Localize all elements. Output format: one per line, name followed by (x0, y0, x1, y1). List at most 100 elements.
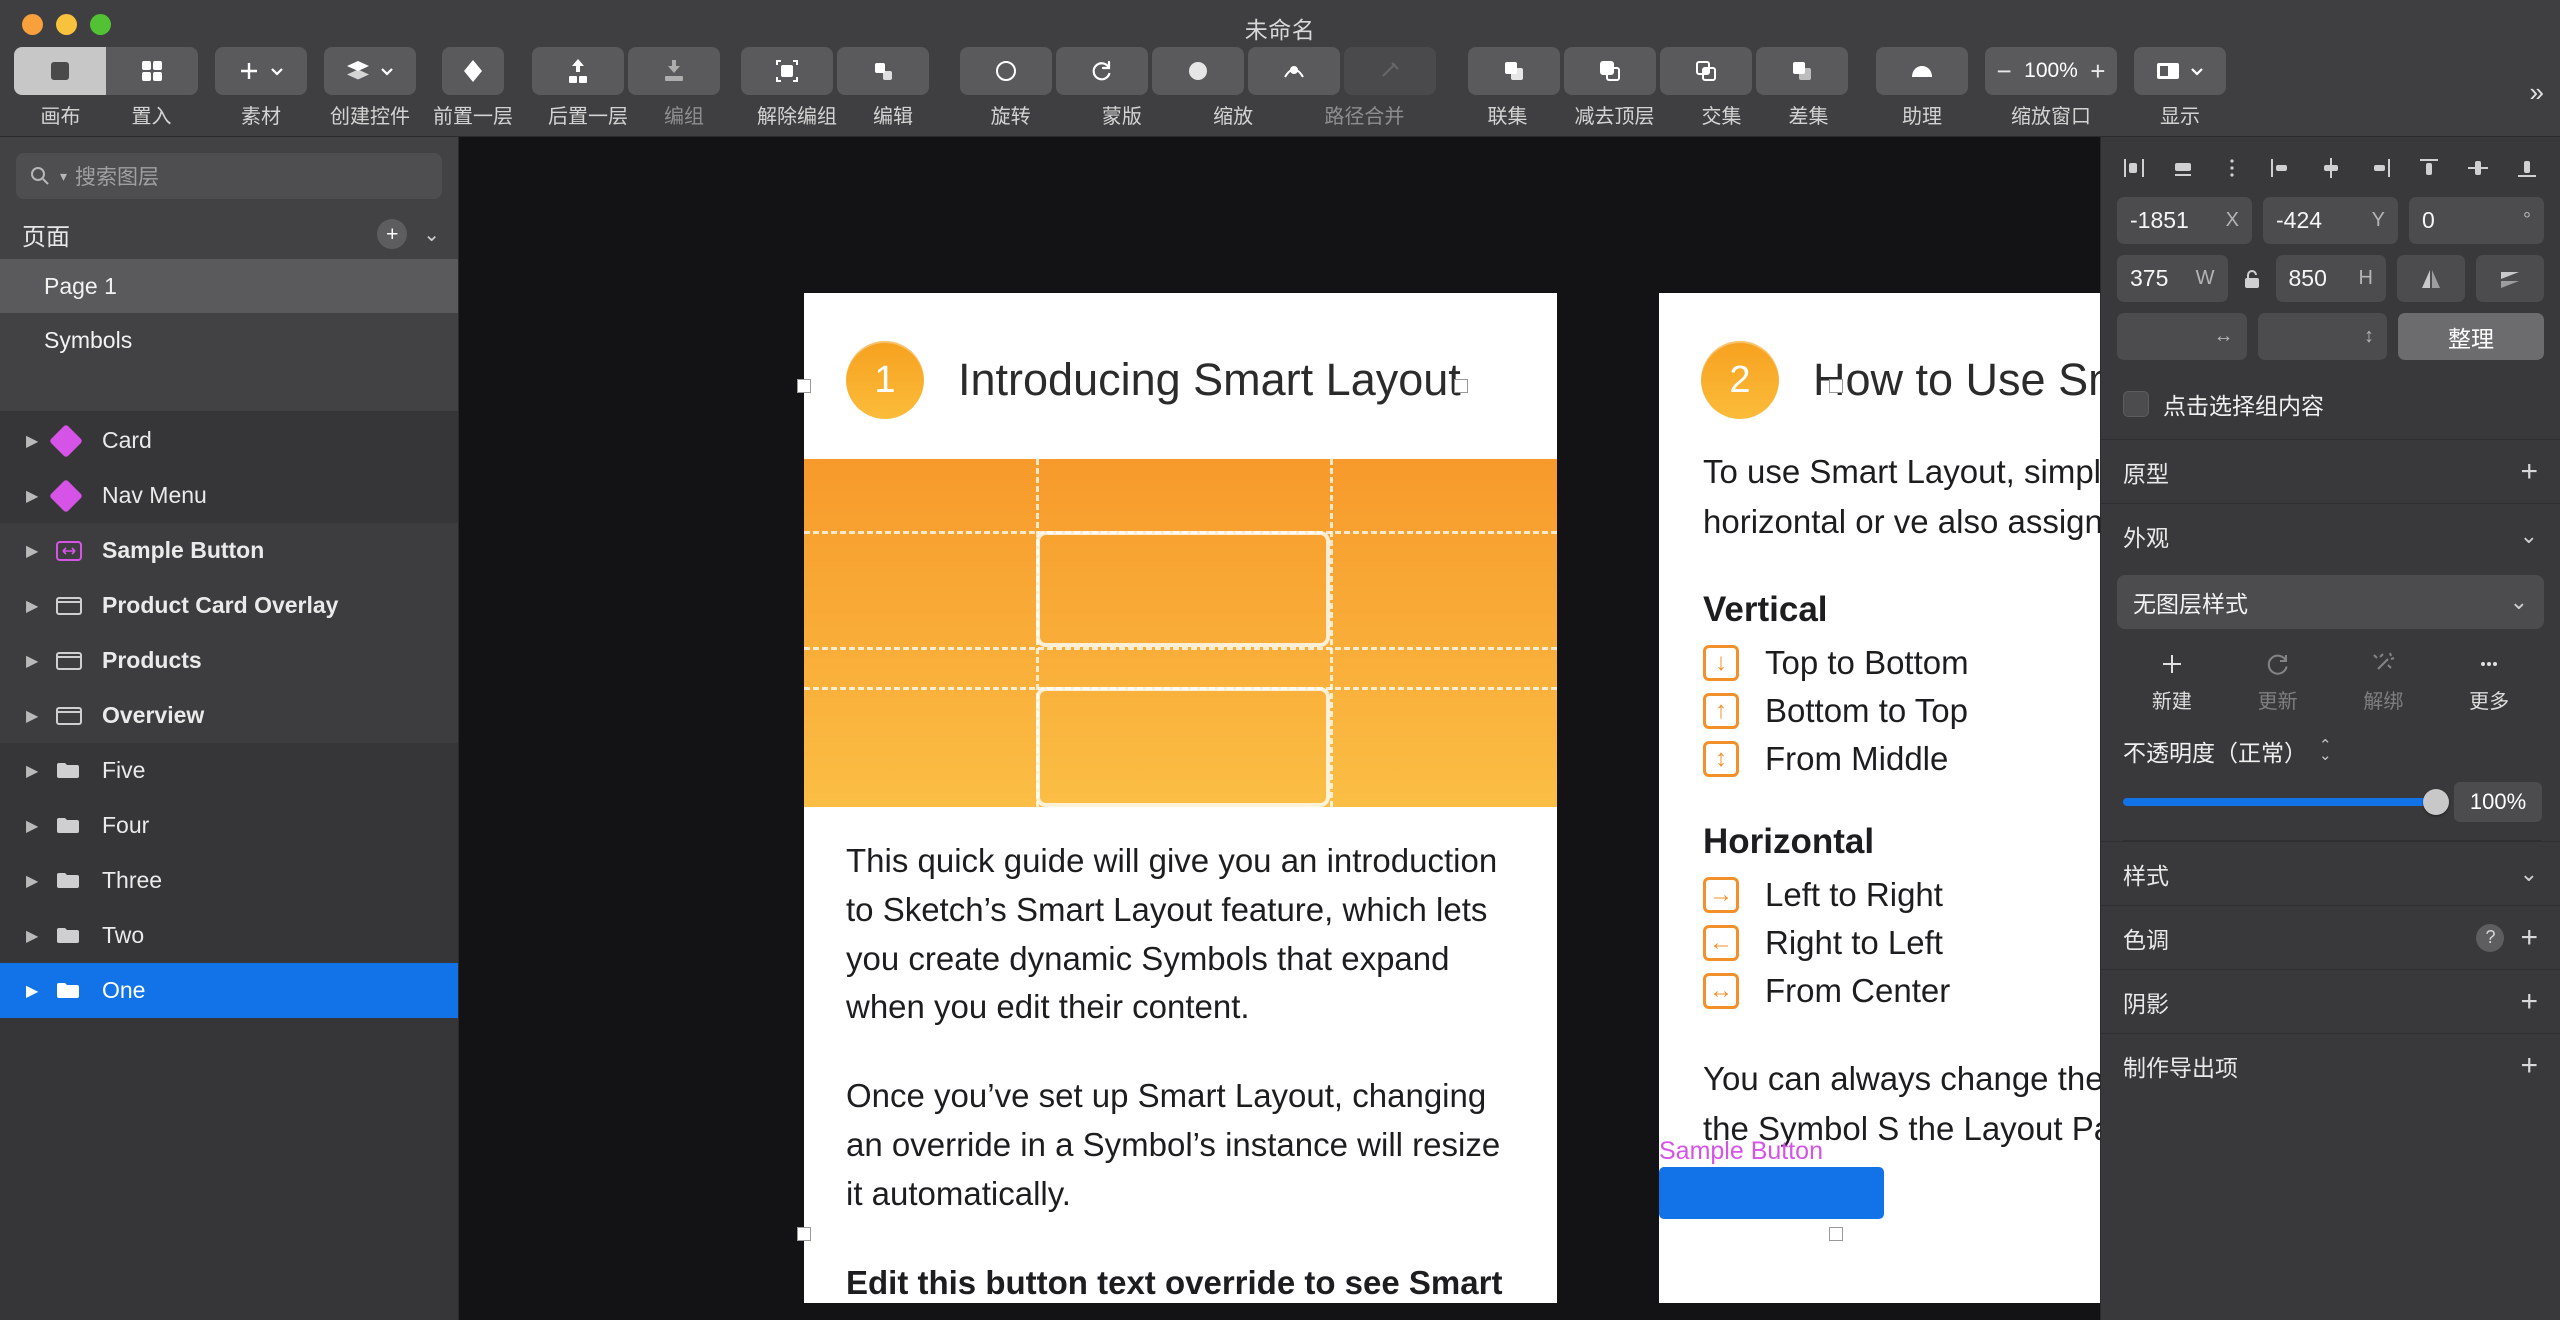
layer-row-card[interactable]: ▶ Card (0, 413, 458, 468)
add-export-icon[interactable]: + (2520, 1050, 2538, 1081)
x-position-field[interactable]: -1851 X (2117, 197, 2252, 244)
send-backward-button[interactable] (628, 47, 720, 95)
group-button[interactable] (741, 47, 833, 95)
align-bottom-icon[interactable] (2512, 153, 2542, 183)
zoom-out-button[interactable]: − (1994, 56, 2014, 87)
create-component-button[interactable] (324, 47, 416, 95)
align-top-icon[interactable] (2414, 153, 2444, 183)
add-page-button[interactable]: + (377, 219, 408, 249)
scale-button[interactable] (1247, 47, 1340, 95)
section-shadow[interactable]: 阴影 + (2101, 969, 2560, 1033)
rotation-field[interactable]: 0 ° (2409, 197, 2544, 244)
style-chevron-down-icon[interactable]: ⌄ (2520, 861, 2538, 887)
pages-collapse-chevron-icon[interactable]: ⌄ (423, 222, 440, 247)
appearance-chevron-down-icon[interactable]: ⌄ (2520, 523, 2538, 549)
layer-row-product-card-overlay[interactable]: ▶ Product Card Overlay (0, 578, 458, 633)
assets-button[interactable] (215, 47, 307, 95)
design-canvas[interactable]: 1 Introducing Smart Layout This quick gu… (459, 137, 2100, 1320)
add-shadow-icon[interactable]: + (2520, 986, 2538, 1017)
disclosure-triangle-icon[interactable]: ▶ (26, 816, 54, 836)
disclosure-triangle-icon[interactable]: ▶ (26, 871, 54, 891)
page-item-symbols[interactable]: Symbols (0, 313, 458, 367)
rotate-button[interactable] (1055, 47, 1148, 95)
align-middle-icon[interactable] (2463, 153, 2493, 183)
disclosure-triangle-icon[interactable]: ▶ (26, 596, 54, 616)
vertical-resize-field[interactable]: ↕ (2257, 313, 2387, 360)
flip-vertical-button[interactable] (2476, 255, 2544, 302)
display-button[interactable] (2134, 47, 2226, 95)
opacity-slider[interactable] (2123, 789, 2449, 815)
zoom-in-button[interactable]: + (2088, 56, 2108, 87)
page-item-page-1[interactable]: Page 1 (0, 259, 458, 313)
disclosure-triangle-icon[interactable]: ▶ (26, 926, 54, 946)
click-through-checkbox[interactable] (2123, 391, 2149, 417)
flatten-button[interactable] (1343, 47, 1436, 95)
align-center-vertical-icon[interactable] (2316, 153, 2346, 183)
align-left-edge-icon[interactable] (2266, 153, 2296, 183)
section-export[interactable]: 制作导出项 + (2101, 1033, 2560, 1097)
toolbar-overflow-button[interactable]: » (2530, 77, 2544, 108)
add-tint-icon[interactable]: + (2520, 922, 2538, 953)
y-position-field[interactable]: -424 Y (2263, 197, 2398, 244)
style-action-new[interactable]: 新建 (2119, 649, 2225, 714)
style-action-detach[interactable]: 解绑 (2331, 649, 2437, 714)
edit-button[interactable] (959, 47, 1052, 95)
section-tint[interactable]: 色调 ? + (2101, 905, 2560, 969)
difference-button[interactable] (1756, 47, 1848, 95)
width-field[interactable]: 375 W (2117, 255, 2228, 302)
assistant-button[interactable] (1876, 47, 1968, 95)
click-through-row[interactable]: 点击选择组内容 (2101, 371, 2560, 439)
align-center-horizontal-icon[interactable] (2168, 153, 2198, 183)
selection-handle-br[interactable] (1829, 1227, 1843, 1241)
disclosure-triangle-icon[interactable]: ▶ (26, 541, 54, 561)
disclosure-triangle-icon[interactable]: ▶ (26, 651, 54, 671)
opacity-slider-knob[interactable] (2423, 789, 2449, 815)
align-left-icon[interactable] (2119, 153, 2149, 183)
layer-row-overview[interactable]: ▶ Overview (0, 688, 458, 743)
search-dropdown-caret[interactable]: ▾ (60, 168, 67, 185)
add-prototype-icon[interactable]: + (2520, 456, 2538, 487)
tint-help-icon[interactable]: ? (2476, 923, 2505, 952)
flip-horizontal-button[interactable] (2397, 255, 2465, 302)
section-style[interactable]: 样式 ⌄ (2101, 841, 2560, 905)
layer-row-five[interactable]: ▶ Five (0, 743, 458, 798)
disclosure-triangle-icon[interactable]: ▶ (26, 761, 54, 781)
layer-row-two[interactable]: ▶ Two (0, 908, 458, 963)
section-appearance[interactable]: 外观 ⌄ (2101, 503, 2560, 567)
sample-button-preview[interactable] (1659, 1167, 1884, 1219)
layer-row-one[interactable]: ▶ One (0, 963, 458, 1018)
section-prototype[interactable]: 原型 + (2101, 439, 2560, 503)
align-more-icon[interactable] (2217, 153, 2247, 183)
blend-mode-stepper-icon[interactable]: ⌃ ⌄ (2319, 738, 2332, 763)
symbol-button[interactable] (442, 47, 504, 95)
search-layers-field[interactable]: ▾ 搜索图层 (16, 153, 442, 199)
sample-button-artboard-label[interactable]: Sample Button (1659, 1137, 1823, 1166)
layer-row-nav-menu[interactable]: ▶ Nav Menu (0, 468, 458, 523)
intersect-button[interactable] (1660, 47, 1752, 95)
lock-aspect-ratio-icon[interactable] (2239, 267, 2265, 291)
selection-handle-tl[interactable] (797, 379, 811, 393)
canvas-button[interactable] (14, 47, 106, 95)
height-field[interactable]: 850 H (2275, 255, 2386, 302)
selection-handle-tr[interactable] (1829, 379, 1843, 393)
layer-style-select[interactable]: 无图层样式 ⌄ (2117, 575, 2544, 629)
union-button[interactable] (1468, 47, 1560, 95)
tidy-button[interactable]: 整理 (2398, 313, 2544, 360)
insert-button[interactable] (106, 47, 198, 95)
selection-handle-tm[interactable] (1454, 379, 1468, 393)
bring-forward-button[interactable] (532, 47, 624, 95)
style-action-update[interactable]: 更新 (2225, 649, 2331, 714)
layer-row-four[interactable]: ▶ Four (0, 798, 458, 853)
layer-row-three[interactable]: ▶ Three (0, 853, 458, 908)
ungroup-button[interactable] (837, 47, 929, 95)
zoom-control[interactable]: − 100% + (1985, 47, 2117, 95)
disclosure-triangle-icon[interactable]: ▶ (26, 981, 54, 1001)
align-right-edge-icon[interactable] (2365, 153, 2395, 183)
layer-row-products[interactable]: ▶ Products (0, 633, 458, 688)
artboard-introducing-smart-layout[interactable]: 1 Introducing Smart Layout This quick gu… (804, 293, 1557, 1303)
style-action-more[interactable]: 更多 (2436, 649, 2542, 714)
horizontal-resize-field[interactable]: ↔ (2117, 313, 2247, 360)
subtract-button[interactable] (1564, 47, 1656, 95)
disclosure-triangle-icon[interactable]: ▶ (26, 706, 54, 726)
mask-button[interactable] (1151, 47, 1244, 95)
